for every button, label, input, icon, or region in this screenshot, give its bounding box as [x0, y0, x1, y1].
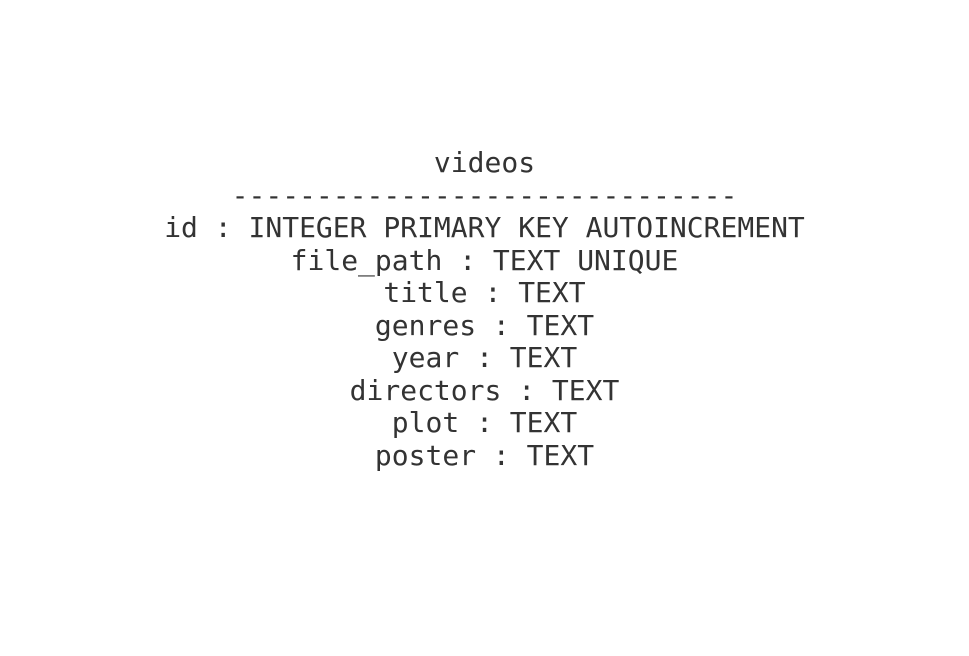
field-row: poster : TEXT [374, 438, 595, 472]
table-name: videos [433, 146, 536, 179]
field-row: plot : TEXT [391, 406, 578, 439]
field-row: year : TEXT [391, 341, 578, 374]
field-row: directors : TEXT [349, 373, 620, 407]
field-row: file_path : TEXT UNIQUE [290, 243, 679, 277]
field-row: genres : TEXT [374, 308, 595, 342]
table-divider: ------------------------------ [231, 178, 738, 212]
field-row: title : TEXT [383, 276, 586, 309]
field-list: id : INTEGER PRIMARY KEY AUTOINCREMENT f… [0, 211, 969, 472]
field-row: id : INTEGER PRIMARY KEY AUTOINCREMENT [164, 211, 805, 244]
table-entity-videos: videos ------------------------------ id… [0, 146, 969, 472]
